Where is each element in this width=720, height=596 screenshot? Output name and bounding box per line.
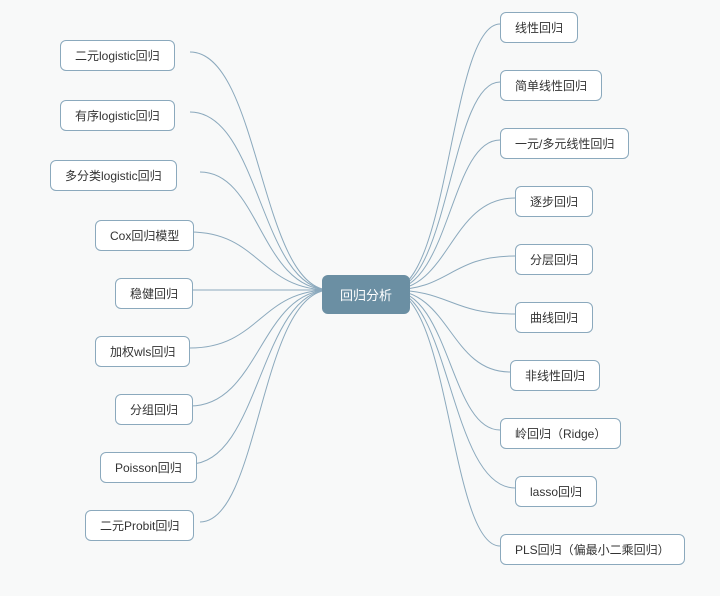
node-label: 二元Probit回归 xyxy=(100,519,179,533)
node-label: 有序logistic回归 xyxy=(75,109,160,123)
node-label: 一元/多元线性回归 xyxy=(515,137,614,151)
node-label: 分组回归 xyxy=(130,403,178,417)
left-node-5[interactable]: 加权wls回归 xyxy=(95,336,190,367)
right-node-6[interactable]: 非线性回归 xyxy=(510,360,600,391)
node-label: 线性回归 xyxy=(515,21,563,35)
right-node-2[interactable]: 一元/多元线性回归 xyxy=(500,128,629,159)
left-node-6[interactable]: 分组回归 xyxy=(115,394,193,425)
left-node-2[interactable]: 多分类logistic回归 xyxy=(50,160,177,191)
node-label: 非线性回归 xyxy=(525,369,585,383)
node-label: 稳健回归 xyxy=(130,287,178,301)
left-node-0[interactable]: 二元logistic回归 xyxy=(60,40,175,71)
right-node-9[interactable]: PLS回归（偏最小二乘回归） xyxy=(500,534,685,565)
right-node-7[interactable]: 岭回归（Ridge） xyxy=(500,418,621,449)
node-label: lasso回归 xyxy=(530,485,582,499)
node-label: 曲线回归 xyxy=(530,311,578,325)
right-node-1[interactable]: 简单线性回归 xyxy=(500,70,602,101)
left-node-4[interactable]: 稳健回归 xyxy=(115,278,193,309)
node-label: 简单线性回归 xyxy=(515,79,587,93)
left-node-3[interactable]: Cox回归模型 xyxy=(95,220,194,251)
right-node-5[interactable]: 曲线回归 xyxy=(515,302,593,333)
right-node-3[interactable]: 逐步回归 xyxy=(515,186,593,217)
node-label: 加权wls回归 xyxy=(110,345,175,359)
node-label: 岭回归（Ridge） xyxy=(515,427,606,441)
node-label: 逐步回归 xyxy=(530,195,578,209)
right-node-4[interactable]: 分层回归 xyxy=(515,244,593,275)
node-label: 二元logistic回归 xyxy=(75,49,160,63)
left-node-7[interactable]: Poisson回归 xyxy=(100,452,197,483)
left-node-8[interactable]: 二元Probit回归 xyxy=(85,510,194,541)
left-node-1[interactable]: 有序logistic回归 xyxy=(60,100,175,131)
right-node-0[interactable]: 线性回归 xyxy=(500,12,578,43)
node-label: 多分类logistic回归 xyxy=(65,169,162,183)
right-node-8[interactable]: lasso回归 xyxy=(515,476,597,507)
node-label: 分层回归 xyxy=(530,253,578,267)
node-label: Cox回归模型 xyxy=(110,229,179,243)
node-label: PLS回归（偏最小二乘回归） xyxy=(515,543,670,557)
node-label: Poisson回归 xyxy=(115,461,182,475)
center-label: 回归分析 xyxy=(340,288,392,303)
center-node[interactable]: 回归分析 xyxy=(322,275,410,314)
